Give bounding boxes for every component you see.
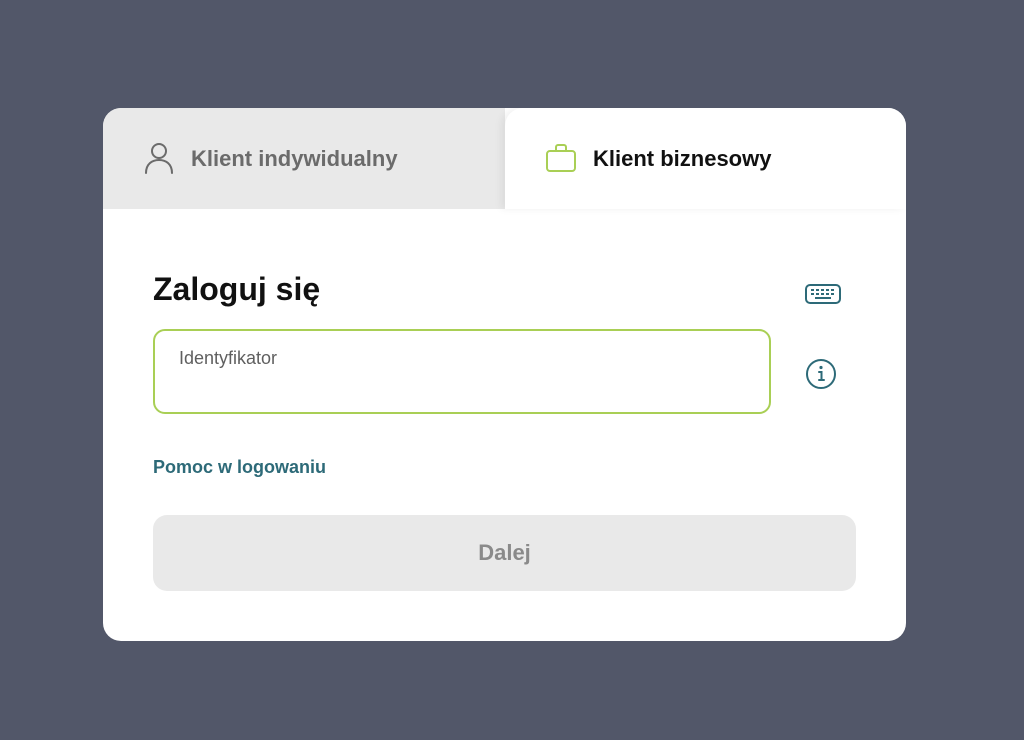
person-icon (143, 141, 175, 175)
identifier-label: Identyfikator (179, 348, 278, 368)
page-title: Zaloguj się (153, 271, 321, 307)
tab-individual-label: Klient indywidualny (191, 146, 398, 171)
tab-individual-client[interactable]: Klient indywidualny (103, 108, 505, 209)
info-icon[interactable] (805, 358, 837, 390)
tab-business-client[interactable]: Klient biznesowy (505, 108, 906, 209)
identifier-input[interactable] (177, 373, 751, 405)
login-help-link[interactable]: Pomoc w logowaniu (153, 456, 326, 478)
identifier-field[interactable]: Identyfikator (153, 329, 771, 414)
login-card: Klient indywidualny Klient biznesowy Zal… (103, 108, 906, 641)
briefcase-icon (545, 141, 577, 175)
tab-business-label: Klient biznesowy (593, 146, 772, 171)
keyboard-icon[interactable] (803, 280, 843, 308)
next-button[interactable]: Dalej (153, 515, 856, 591)
client-type-tabs: Klient indywidualny Klient biznesowy (103, 108, 906, 209)
